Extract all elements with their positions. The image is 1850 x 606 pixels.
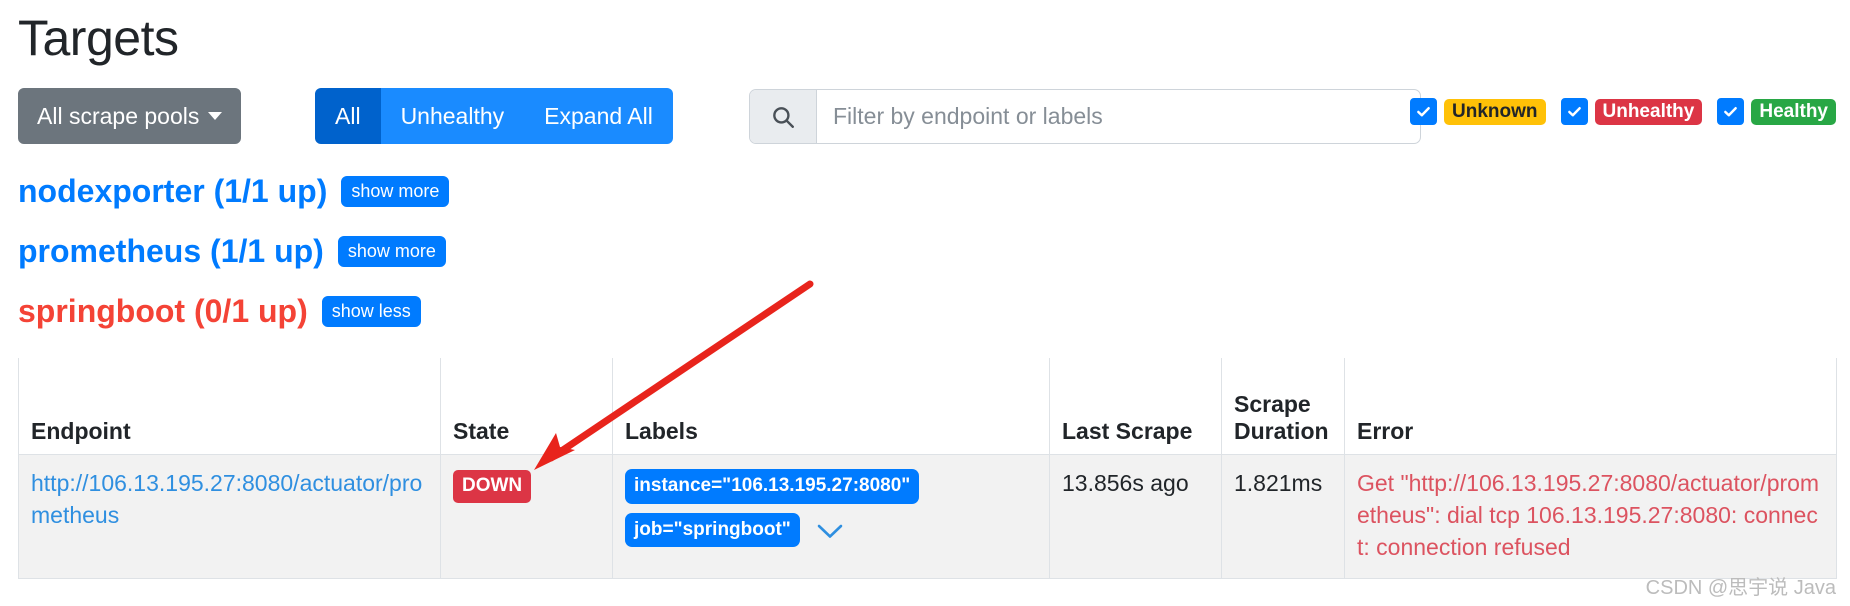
- header-scrape-duration: Scrape Duration: [1221, 358, 1345, 455]
- unhealthy-checkbox[interactable]: [1560, 98, 1588, 125]
- scrape-pool-list: nodexporter (1/1 up) show more prometheu…: [18, 172, 1836, 352]
- scrape-pool-title-springboot[interactable]: springboot (0/1 up): [18, 293, 308, 330]
- search-input[interactable]: [817, 90, 1420, 143]
- caret-down-icon: [208, 112, 223, 120]
- unknown-checkbox[interactable]: [1410, 98, 1437, 125]
- header-scrape-duration-line2: Duration: [1234, 417, 1329, 444]
- cell-scrape-duration: 1.821ms: [1221, 454, 1345, 579]
- header-scrape-duration-line1: Scrape: [1234, 391, 1311, 418]
- scrape-pool-springboot: springboot (0/1 up) show less: [18, 292, 1836, 330]
- show-more-button-prometheus[interactable]: show more: [337, 235, 446, 267]
- expand-all-button[interactable]: Expand All: [524, 88, 673, 144]
- state-badge-down: DOWN: [453, 470, 532, 503]
- show-less-button-springboot[interactable]: show less: [321, 295, 421, 327]
- targets-table: Endpoint State Labels Last Scrape Scrape…: [18, 358, 1837, 579]
- header-error: Error: [1344, 358, 1837, 455]
- status-badge-unhealthy[interactable]: Unhealthy: [1594, 98, 1703, 125]
- header-last-scrape: Last Scrape: [1049, 358, 1222, 455]
- search-icon: [750, 90, 817, 143]
- header-state: State: [440, 358, 613, 455]
- cell-labels: instance="106.13.195.27:8080" job="sprin…: [612, 454, 1050, 579]
- scrape-pool-title-prometheus[interactable]: prometheus (1/1 up): [18, 233, 324, 270]
- header-endpoint: Endpoint: [18, 358, 441, 455]
- search-box: [749, 89, 1421, 144]
- show-more-button-nodexporter[interactable]: show more: [341, 175, 450, 207]
- endpoint-link[interactable]: http://106.13.195.27:8080/actuator/prome…: [31, 470, 422, 528]
- cell-endpoint: http://106.13.195.27:8080/actuator/prome…: [18, 454, 441, 579]
- cell-error: Get "http://106.13.195.27:8080/actuator/…: [1344, 454, 1837, 579]
- scrape-pool-dropdown-label: All scrape pools: [37, 102, 200, 129]
- all-button[interactable]: All: [315, 88, 381, 144]
- page-title: Targets: [18, 10, 179, 66]
- cell-last-scrape: 13.856s ago: [1049, 454, 1222, 579]
- view-filter-button-group: All Unhealthy Expand All: [315, 88, 673, 144]
- scrape-pool-nodexporter: nodexporter (1/1 up) show more: [18, 172, 1836, 210]
- chevron-down-icon[interactable]: [816, 523, 844, 546]
- label-line-instance: instance="106.13.195.27:8080": [625, 467, 1037, 513]
- scrape-pool-dropdown[interactable]: All scrape pools: [18, 88, 242, 144]
- healthy-checkbox[interactable]: [1717, 98, 1745, 125]
- label-chip-job[interactable]: job="springboot": [625, 512, 800, 548]
- scrape-pool-prometheus: prometheus (1/1 up) show more: [18, 232, 1836, 270]
- unhealthy-button[interactable]: Unhealthy: [380, 88, 525, 144]
- header-labels: Labels: [612, 358, 1050, 455]
- label-chip-instance[interactable]: instance="106.13.195.27:8080": [625, 469, 920, 504]
- scrape-pool-title-nodexporter[interactable]: nodexporter (1/1 up): [18, 173, 327, 210]
- table-row: http://106.13.195.27:8080/actuator/prome…: [18, 454, 1837, 579]
- label-line-job: job="springboot": [625, 512, 1037, 557]
- status-badge-healthy[interactable]: Healthy: [1751, 98, 1836, 125]
- cell-state: DOWN: [440, 454, 613, 579]
- status-filter-group: Unknown Unhealthy Healthy: [1410, 98, 1836, 125]
- toolbar: All scrape pools All Unhealthy Expand Al…: [18, 88, 1836, 144]
- watermark: CSDN @思宇说 Java: [1645, 577, 1836, 599]
- table-header-row: Endpoint State Labels Last Scrape Scrape…: [18, 358, 1837, 455]
- targets-page: Targets All scrape pools All Unhealthy E…: [0, 0, 1850, 606]
- status-badge-unknown[interactable]: Unknown: [1444, 98, 1546, 125]
